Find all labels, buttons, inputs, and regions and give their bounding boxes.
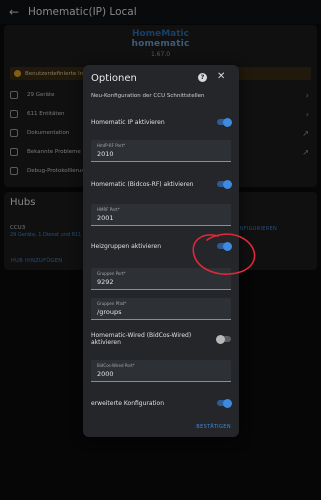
red-circle-annotation	[192, 233, 256, 275]
